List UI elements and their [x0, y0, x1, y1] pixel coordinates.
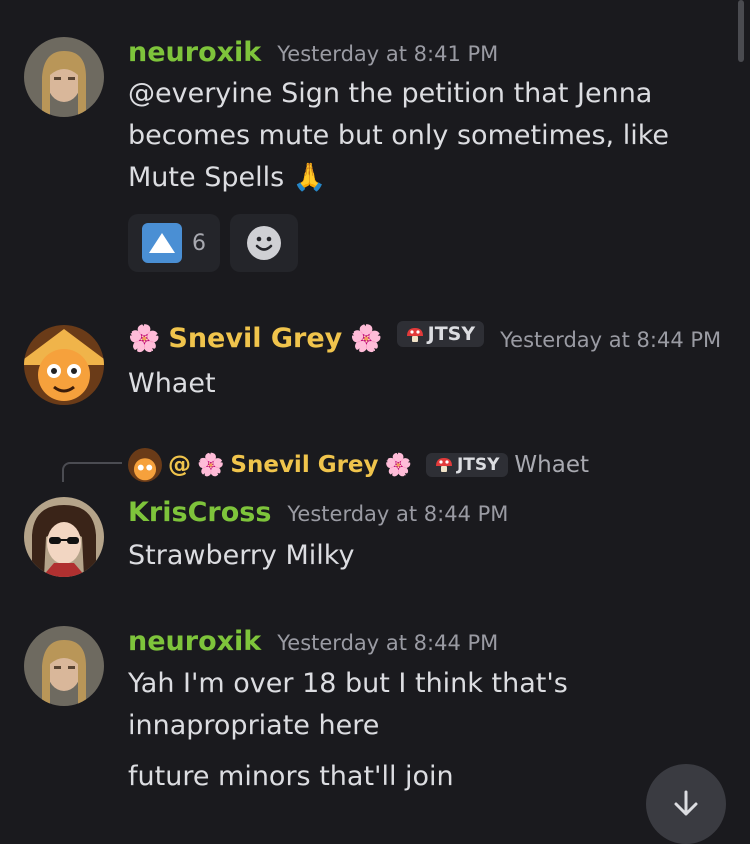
reply-text: Whaet: [514, 452, 590, 478]
badge-label: JTSY: [456, 455, 500, 475]
reply-username[interactable]: Snevil Grey: [230, 452, 378, 478]
flower-emoji: 🌸: [128, 324, 161, 354]
username[interactable]: KrisCross: [128, 497, 271, 528]
flower-emoji: 🌸: [384, 452, 412, 478]
avatar[interactable]: [24, 626, 104, 706]
flower-emoji: 🌸: [197, 452, 225, 478]
timestamp: Yesterday at 8:44 PM: [287, 502, 509, 526]
add-reaction-icon: [247, 226, 281, 260]
message-text: Strawberry Milky: [128, 535, 688, 577]
badge-label: JTSY: [427, 323, 476, 345]
avatar[interactable]: [24, 37, 104, 117]
avatar[interactable]: [24, 497, 104, 577]
message-line: @everyine Sign the petition that Jenna: [128, 78, 653, 109]
reply-connector: [62, 462, 122, 482]
mushroom-icon: [406, 326, 424, 342]
add-reaction-button[interactable]: [230, 214, 298, 272]
timestamp: Yesterday at 8:41 PM: [277, 42, 499, 66]
reply-reference[interactable]: @ 🌸 Snevil Grey 🌸 JTSY Whaet: [128, 448, 589, 482]
reaction-count: 6: [192, 230, 206, 256]
reactions: 6: [128, 214, 298, 272]
flower-emoji: 🌸: [350, 324, 383, 354]
message-line: Mute Spells 🙏: [128, 162, 327, 193]
message-text: Whaet: [128, 363, 688, 405]
message-text-followup: future minors that'll join: [128, 756, 688, 798]
username[interactable]: neuroxik: [128, 626, 261, 657]
scrollbar-thumb[interactable]: [738, 0, 744, 62]
username[interactable]: neuroxik: [128, 37, 261, 68]
server-tag-badge[interactable]: JTSY: [396, 321, 485, 347]
jump-to-present-button[interactable]: [646, 764, 726, 844]
message-text: Yah I'm over 18 but I think that's innap…: [128, 663, 688, 747]
username[interactable]: Snevil Grey: [168, 323, 342, 354]
reaction-up-arrow[interactable]: 6: [128, 214, 220, 272]
message-line: Yah I'm over 18 but I think that's: [128, 668, 568, 699]
timestamp: Yesterday at 8:44 PM: [500, 328, 722, 352]
arrow-down-icon: [674, 790, 698, 816]
reply-avatar: [128, 448, 162, 482]
message-text: @everyine Sign the petition that Jenna b…: [128, 73, 688, 199]
server-tag-badge[interactable]: JTSY: [425, 453, 509, 477]
reply-mention-prefix: @: [168, 452, 191, 478]
message-line: innapropriate here: [128, 710, 380, 741]
message-line: becomes mute but only sometimes, like: [128, 120, 670, 151]
timestamp: Yesterday at 8:44 PM: [277, 631, 499, 655]
avatar[interactable]: [24, 325, 104, 405]
message-line: Strawberry Milky: [128, 540, 355, 571]
message-line: future minors that'll join: [128, 761, 454, 792]
mushroom-icon: [435, 457, 453, 473]
message-line: Whaet: [128, 368, 216, 399]
up-arrow-icon: [142, 223, 182, 263]
